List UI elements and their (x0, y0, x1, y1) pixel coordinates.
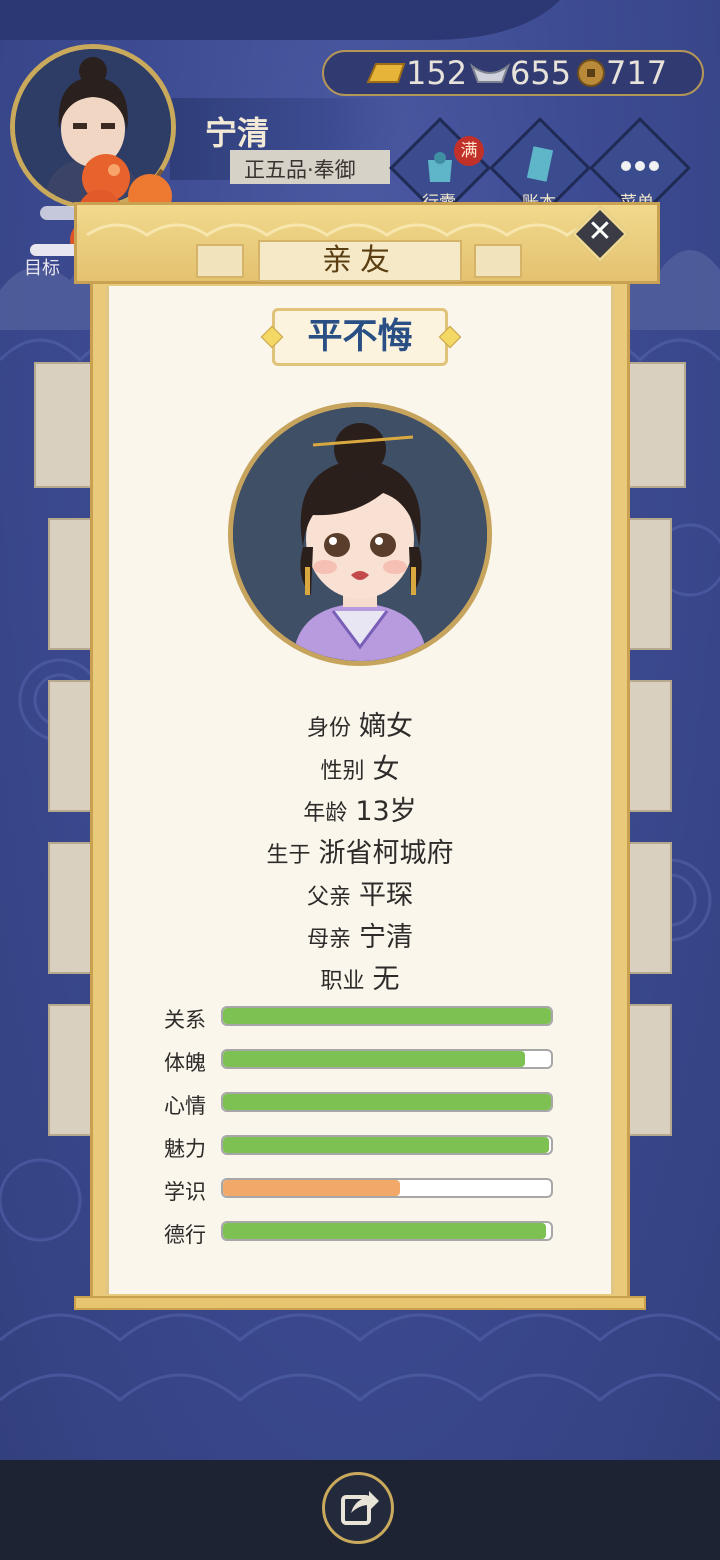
info-label: 职业 (320, 969, 365, 994)
stat-bar-fill (223, 1051, 525, 1067)
info-label: 性别 (320, 759, 365, 784)
info-value: 女 (372, 754, 400, 785)
gold-bar-icon (366, 63, 406, 83)
side-card (626, 680, 672, 812)
stat-bar-fill (223, 1094, 551, 1110)
side-card (626, 1004, 672, 1136)
side-card (626, 362, 686, 488)
info-label: 父亲 (306, 885, 351, 910)
header-panel-right (474, 244, 522, 278)
share-button[interactable] (322, 1472, 394, 1544)
info-label: 母亲 (306, 927, 351, 952)
stat-bar-fill (223, 1008, 551, 1024)
stat-label-charm: 魅力 (164, 1137, 206, 1161)
info-row-mother: 母亲 宁清 (106, 915, 614, 954)
dialog-title: 亲友 (322, 243, 398, 278)
side-card (626, 842, 672, 974)
stat-label-relationship: 关系 (164, 1008, 206, 1032)
header-panel-left (196, 244, 244, 278)
info-row-identity: 身份 嫡女 (106, 704, 614, 743)
stat-label-mood: 心情 (164, 1094, 206, 1118)
stat-bar-relationship (221, 1006, 553, 1026)
copper-count: 717 (606, 54, 668, 92)
copper-coin-icon (577, 59, 605, 87)
side-card (626, 518, 672, 650)
stat-bar-fill (223, 1180, 401, 1196)
scroll-bottom-rod (74, 1296, 646, 1310)
stat-bar-physique (221, 1049, 553, 1069)
info-value: 嫡女 (359, 711, 413, 742)
info-label: 身份 (306, 716, 351, 741)
goal-label[interactable]: 目标 (24, 254, 60, 280)
character-name: 平不悔 (307, 316, 413, 357)
player-name: 宁清 (205, 114, 270, 152)
info-row-father: 父亲 平琛 (106, 873, 614, 912)
stat-bar-fill (223, 1223, 547, 1239)
info-label: 年龄 (303, 801, 348, 826)
info-value: 浙省柯城府 (318, 838, 454, 869)
stat-label-virtue: 德行 (164, 1223, 206, 1247)
info-row-age: 年龄 13岁 (106, 789, 614, 828)
info-value: 平琛 (359, 880, 413, 911)
info-row-occupation: 职业无 (106, 957, 614, 996)
info-row-gender: 性别女 (106, 747, 614, 786)
info-row-birthplace: 生于 浙省柯城府 (106, 831, 614, 870)
stat-bar-charm (221, 1135, 553, 1155)
stat-bar-mood (221, 1092, 553, 1112)
info-value: 13岁 (355, 796, 417, 827)
player-rank: 正五品·奉御 (244, 158, 356, 182)
character-portrait (228, 402, 492, 666)
info-label: 生于 (266, 843, 311, 868)
full-badge: 满 (454, 136, 484, 166)
stat-bar-virtue (221, 1221, 553, 1241)
silver-ingot-icon (470, 63, 510, 83)
more-icon (621, 161, 659, 171)
stat-bar-fill (223, 1137, 550, 1153)
bag-icon (428, 152, 452, 182)
silver-count: 655 (510, 54, 572, 92)
stat-bar-knowledge (221, 1178, 553, 1198)
stat-label-knowledge: 学识 (164, 1180, 206, 1204)
stat-label-physique: 体魄 (164, 1051, 206, 1075)
gold-count: 152 (406, 54, 468, 92)
info-value: 无 (372, 964, 400, 995)
close-icon[interactable]: ✕ (580, 212, 620, 252)
share-icon (341, 1491, 379, 1525)
info-value: 宁清 (359, 922, 413, 953)
ledger-icon (526, 146, 554, 182)
